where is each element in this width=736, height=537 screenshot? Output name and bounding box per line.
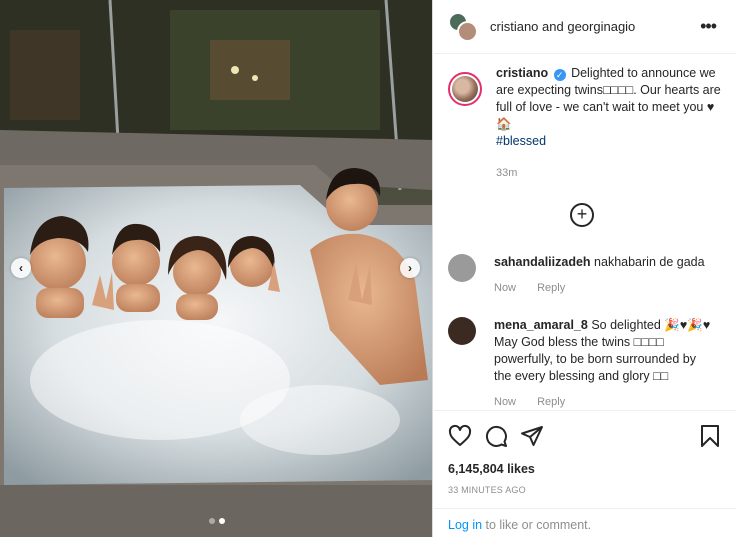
- avatar[interactable]: [448, 317, 476, 345]
- author-username[interactable]: cristiano: [490, 19, 538, 34]
- heart-icon[interactable]: [448, 424, 472, 448]
- post-photo: [0, 0, 432, 537]
- collab-avatars[interactable]: [448, 11, 478, 42]
- bookmark-icon[interactable]: [698, 424, 722, 448]
- chevron-left-icon: ‹: [19, 261, 23, 275]
- comment-username[interactable]: mena_amaral_8: [494, 318, 588, 332]
- share-icon[interactable]: [520, 424, 544, 448]
- caption-avatar[interactable]: [448, 72, 482, 106]
- comment-time: Now: [494, 282, 517, 294]
- avatar[interactable]: [448, 254, 476, 282]
- post-details-panel: cristiano and georginagio ••• cristiano …: [434, 0, 736, 537]
- post-author-names: cristiano and georginagio: [490, 19, 635, 34]
- post-actions-section: [434, 410, 736, 461]
- carousel-indicator: [209, 518, 225, 524]
- caption-time: 33m: [496, 167, 518, 179]
- ellipsis-icon: •••: [700, 16, 717, 36]
- plus-circle-icon: +: [576, 204, 588, 224]
- post-media[interactable]: ‹ ›: [0, 0, 433, 537]
- like-count[interactable]: 6,145,804 likes: [448, 462, 535, 476]
- comment-item: mena_amaral_8 So delighted 🎉♥🎉♥ May God …: [448, 317, 728, 408]
- carousel-dot-active: [219, 518, 225, 524]
- reply-button[interactable]: Reply: [537, 282, 565, 294]
- login-prompt: Log in to like or comment.: [434, 508, 736, 537]
- caption-username[interactable]: cristiano: [496, 66, 548, 80]
- comment-item: sahandaliizadeh nakhabarin de gada Now R…: [448, 254, 728, 294]
- chevron-right-icon: ›: [408, 261, 412, 275]
- hashtag-link[interactable]: #blessed: [496, 133, 546, 150]
- carousel-prev-button[interactable]: ‹: [11, 258, 31, 278]
- comment-time: Now: [494, 396, 517, 408]
- avatar: [457, 20, 478, 42]
- login-prompt-text: to like or comment.: [482, 518, 592, 532]
- post-caption: cristiano ✓ Delighted to announce we are…: [434, 65, 736, 182]
- carousel-dot: [209, 518, 215, 524]
- load-more-comments-button[interactable]: +: [570, 203, 594, 227]
- carousel-next-button[interactable]: ›: [400, 258, 420, 278]
- more-options-button[interactable]: •••: [700, 16, 717, 36]
- comment-icon[interactable]: [484, 424, 508, 448]
- comment-text: nakhabarin de gada: [594, 255, 705, 269]
- verified-badge-icon: ✓: [553, 69, 566, 81]
- comment-username[interactable]: sahandaliizadeh: [494, 255, 591, 269]
- author-username[interactable]: georginagio: [567, 19, 635, 34]
- action-bar: [434, 411, 736, 461]
- post-header: cristiano and georginagio •••: [434, 0, 736, 54]
- author-and: and: [538, 19, 568, 34]
- reply-button[interactable]: Reply: [537, 396, 565, 408]
- login-link[interactable]: Log in: [448, 518, 482, 532]
- post-timestamp: 33 MINUTES AGO: [448, 485, 526, 495]
